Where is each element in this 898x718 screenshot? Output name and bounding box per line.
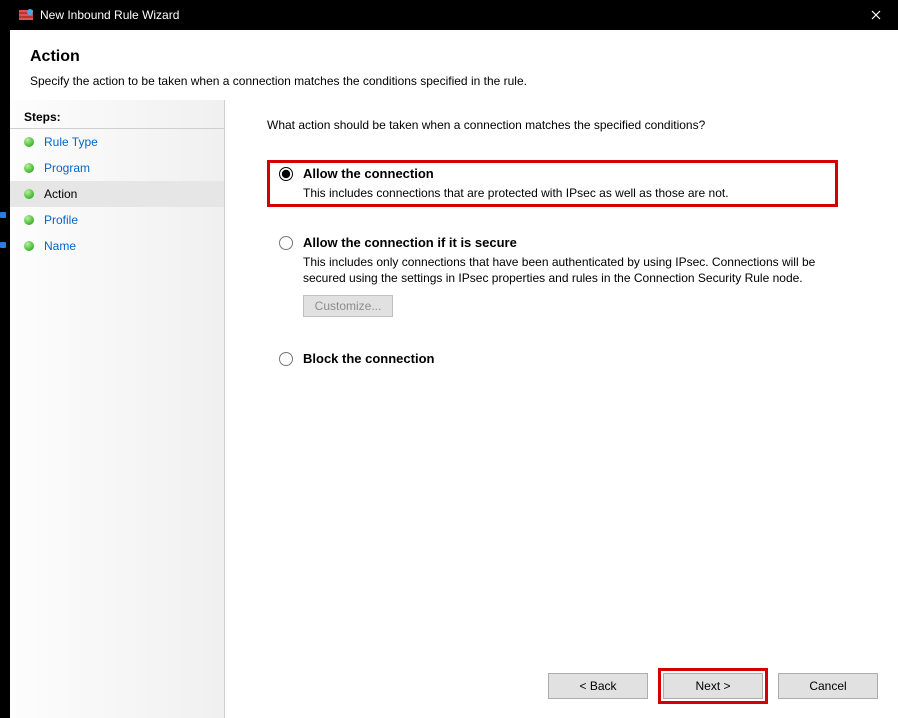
step-bullet-icon (24, 189, 34, 199)
content-pane: What action should be taken when a conne… (225, 100, 898, 718)
options-group: Allow the connection This includes connec… (267, 160, 868, 394)
action-radio[interactable] (279, 352, 293, 366)
left-black-strip (0, 0, 10, 718)
step-label: Action (44, 187, 77, 201)
footer-buttons: < Back Next > Cancel (546, 668, 880, 704)
step-bullet-icon (24, 241, 34, 251)
step-bullet-icon (24, 215, 34, 225)
option-label: Allow the connection if it is secure (303, 235, 517, 250)
step-item[interactable]: Name (10, 233, 224, 259)
firewall-icon (18, 7, 34, 23)
step-bullet-icon (24, 137, 34, 147)
step-label: Name (44, 239, 76, 253)
step-bullet-icon (24, 163, 34, 173)
step-label: Rule Type (44, 135, 98, 149)
action-option: Block the connection (267, 345, 838, 372)
close-button[interactable] (853, 0, 898, 30)
option-label: Block the connection (303, 351, 434, 366)
step-item[interactable]: Program (10, 155, 224, 181)
step-item[interactable]: Rule Type (10, 129, 224, 155)
cancel-button[interactable]: Cancel (778, 673, 878, 699)
action-option: Allow the connection if it is secure This… (267, 229, 838, 322)
accent-dot (0, 242, 6, 248)
steps-sidebar: Steps: Rule Type Program Action Profile Name (10, 100, 225, 718)
option-description: This includes connections that are prote… (303, 185, 832, 201)
titlebar: New Inbound Rule Wizard (10, 0, 898, 30)
accent-dot (0, 212, 6, 218)
window-title: New Inbound Rule Wizard (40, 8, 853, 22)
step-label: Program (44, 161, 90, 175)
step-item[interactable]: Profile (10, 207, 224, 233)
option-description: This includes only connections that have… (303, 254, 832, 286)
body: Steps: Rule Type Program Action Profile Name… (10, 100, 898, 718)
option-label: Allow the connection (303, 166, 434, 181)
step-label: Profile (44, 213, 78, 227)
action-radio[interactable] (279, 236, 293, 250)
customize-button: Customize... (303, 295, 393, 317)
wizard-window: New Inbound Rule Wizard Action Specify t… (10, 0, 898, 718)
page-title: Action (30, 48, 878, 66)
prompt-text: What action should be taken when a conne… (267, 118, 868, 132)
action-option: Allow the connection This includes connec… (267, 160, 838, 207)
step-item[interactable]: Action (10, 181, 224, 207)
next-button[interactable]: Next > (663, 673, 763, 699)
header: Action Specify the action to be taken wh… (10, 30, 898, 100)
back-button[interactable]: < Back (548, 673, 648, 699)
page-subtitle: Specify the action to be taken when a co… (30, 74, 878, 88)
steps-heading: Steps: (10, 106, 224, 129)
action-radio[interactable] (279, 167, 293, 181)
next-button-highlight: Next > (658, 668, 768, 704)
